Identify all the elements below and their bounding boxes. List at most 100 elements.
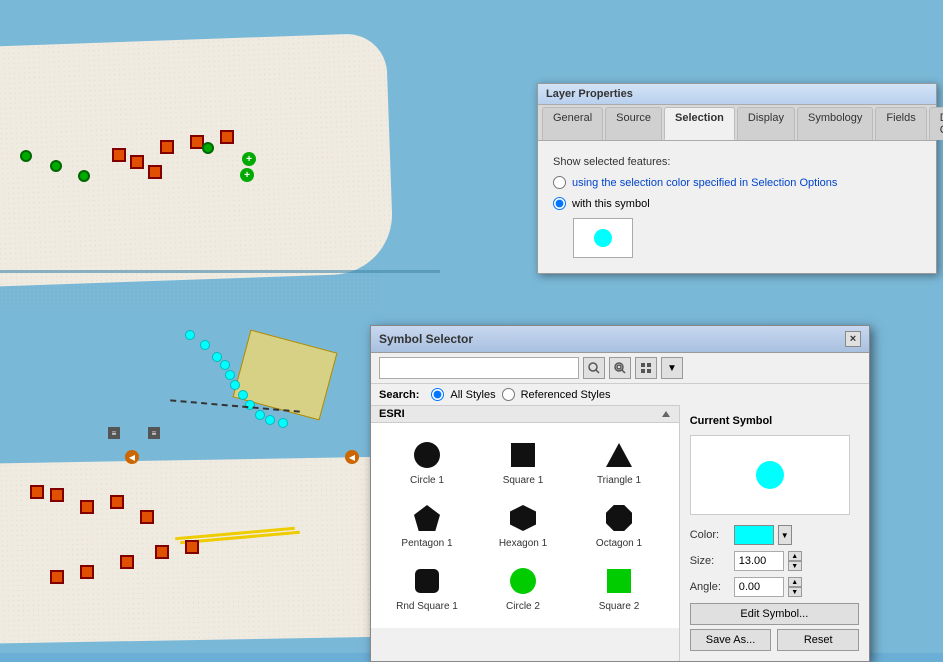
map-orange-marker bbox=[110, 495, 124, 509]
symbol-square-1[interactable]: Square 1 bbox=[475, 431, 571, 494]
map-orange-marker bbox=[120, 555, 134, 569]
ss-angle-up[interactable]: ▲ bbox=[788, 577, 802, 587]
ss-search-row: Search: All Styles Referenced Styles bbox=[371, 384, 869, 405]
ss-size-row: Size: ▲ ▼ bbox=[690, 551, 859, 571]
map-cyan-dot bbox=[225, 370, 235, 380]
tab-fields[interactable]: Fields bbox=[875, 107, 926, 140]
ss-reset-button[interactable]: Reset bbox=[777, 629, 859, 651]
map-book-icon: ≡ bbox=[108, 427, 120, 439]
map-orange-marker bbox=[50, 488, 64, 502]
ss-angle-row: Angle: ▲ ▼ bbox=[690, 577, 859, 597]
tab-source[interactable]: Source bbox=[605, 107, 662, 140]
pentagon-1-icon bbox=[414, 505, 440, 531]
symbol-octagon-1[interactable]: Octagon 1 bbox=[571, 494, 667, 557]
layer-props-title: Layer Properties bbox=[546, 88, 633, 100]
map-orange-marker bbox=[30, 485, 44, 499]
map-orange-marker bbox=[50, 570, 64, 584]
map-cyan-dot bbox=[185, 330, 195, 340]
tab-definition-query[interactable]: Definition Query bbox=[929, 107, 943, 140]
layer-props-titlebar: Layer Properties bbox=[538, 84, 936, 105]
symbol-pentagon-1[interactable]: Pentagon 1 bbox=[379, 494, 475, 557]
map-green-marker bbox=[20, 150, 32, 162]
grid-icon bbox=[640, 362, 652, 374]
ss-search-icon-btn[interactable] bbox=[583, 357, 605, 379]
radio-this-symbol[interactable] bbox=[553, 197, 566, 210]
ss-close-button[interactable]: × bbox=[845, 331, 861, 347]
symbol-circle-1[interactable]: Circle 1 bbox=[379, 431, 475, 494]
radio-all-styles[interactable] bbox=[431, 388, 444, 401]
circle-2-shape bbox=[507, 565, 539, 597]
ss-edit-symbol-button[interactable]: Edit Symbol... bbox=[690, 603, 859, 625]
ss-grid-view-btn[interactable] bbox=[635, 357, 657, 379]
symbol-circle-2[interactable]: Circle 2 bbox=[475, 557, 571, 620]
ss-search-label: Search: bbox=[379, 389, 419, 401]
map-orange-marker bbox=[155, 545, 169, 559]
tab-symbology[interactable]: Symbology bbox=[797, 107, 873, 140]
tab-general[interactable]: General bbox=[542, 107, 603, 140]
ss-color-row: Color: ▼ bbox=[690, 525, 859, 545]
square-2-label: Square 2 bbox=[599, 601, 640, 612]
map-cyan-dot bbox=[220, 360, 230, 370]
map-orange-marker bbox=[220, 130, 234, 144]
octagon-1-icon bbox=[606, 505, 632, 531]
square-1-shape bbox=[507, 439, 539, 471]
symbol-triangle-1[interactable]: Triangle 1 bbox=[571, 431, 667, 494]
square-2-shape bbox=[603, 565, 635, 597]
radio-selection-color[interactable] bbox=[553, 176, 566, 189]
ss-titlebar: Symbol Selector × bbox=[371, 326, 869, 353]
radio-row-1: using the selection color specified in S… bbox=[553, 176, 921, 189]
ss-save-as-button[interactable]: Save As... bbox=[690, 629, 772, 651]
hexagon-1-shape bbox=[507, 502, 539, 534]
ss-angle-input[interactable] bbox=[734, 577, 784, 597]
layer-properties-dialog: Layer Properties General Source Selectio… bbox=[537, 83, 937, 274]
search-icon bbox=[588, 362, 600, 374]
ss-grid-container: Circle 1 Square 1 Triangle 1 bbox=[371, 423, 679, 628]
map-orange-marker bbox=[80, 565, 94, 579]
ss-category-label: ESRI bbox=[379, 408, 405, 420]
circle-1-icon bbox=[414, 442, 440, 468]
map-cyan-dot bbox=[278, 418, 288, 428]
hexagon-1-label: Hexagon 1 bbox=[499, 538, 547, 549]
pentagon-1-label: Pentagon 1 bbox=[401, 538, 452, 549]
symbol-rnd-square-1[interactable]: Rnd Square 1 bbox=[379, 557, 475, 620]
rnd-square-1-shape bbox=[411, 565, 443, 597]
map-orange-marker bbox=[112, 148, 126, 162]
tab-selection[interactable]: Selection bbox=[664, 107, 735, 140]
radio-row-2: with this symbol bbox=[553, 197, 921, 210]
circle-2-icon bbox=[510, 568, 536, 594]
ss-search-input[interactable] bbox=[379, 357, 579, 379]
map-cyan-dot bbox=[265, 415, 275, 425]
symbol-hexagon-1[interactable]: Hexagon 1 bbox=[475, 494, 571, 557]
ss-left-panel: ESRI Circle 1 bbox=[371, 405, 680, 661]
ss-size-input[interactable] bbox=[734, 551, 784, 571]
square-1-label: Square 1 bbox=[503, 475, 544, 486]
ss-preview-area bbox=[690, 435, 850, 515]
rnd-square-1-icon bbox=[415, 569, 439, 593]
circle-1-shape bbox=[411, 439, 443, 471]
map-cyan-dot bbox=[200, 340, 210, 350]
ss-title: Symbol Selector bbox=[379, 332, 473, 346]
layer-props-content: Show selected features: using the select… bbox=[538, 141, 936, 273]
ss-filter-icon-btn[interactable] bbox=[609, 357, 631, 379]
ss-color-dropdown[interactable]: ▼ bbox=[778, 525, 792, 545]
ss-body: ESRI Circle 1 bbox=[371, 405, 869, 661]
map-nav-icon: ◀ bbox=[125, 450, 139, 464]
hexagon-1-icon bbox=[510, 505, 536, 531]
ss-angle-down[interactable]: ▼ bbox=[788, 587, 802, 597]
ss-dropdown-btn[interactable]: ▼ bbox=[661, 357, 683, 379]
symbol-preview-box[interactable] bbox=[573, 218, 633, 258]
radio-referenced-styles[interactable] bbox=[502, 388, 515, 401]
ss-size-up[interactable]: ▲ bbox=[788, 551, 802, 561]
map-cyan-dot bbox=[255, 410, 265, 420]
square-2-icon bbox=[607, 569, 631, 593]
cyan-circle-preview bbox=[594, 229, 612, 247]
symbol-selector-dialog: Symbol Selector × ▼ bbox=[370, 325, 870, 662]
ss-size-down[interactable]: ▼ bbox=[788, 561, 802, 571]
ss-size-spinner: ▲ ▼ bbox=[788, 551, 802, 571]
tab-display[interactable]: Display bbox=[737, 107, 795, 140]
symbol-square-2[interactable]: Square 2 bbox=[571, 557, 667, 620]
filter-icon bbox=[614, 362, 626, 374]
map-orange-marker bbox=[140, 510, 154, 524]
ss-color-swatch[interactable] bbox=[734, 525, 774, 545]
octagon-1-label: Octagon 1 bbox=[596, 538, 642, 549]
